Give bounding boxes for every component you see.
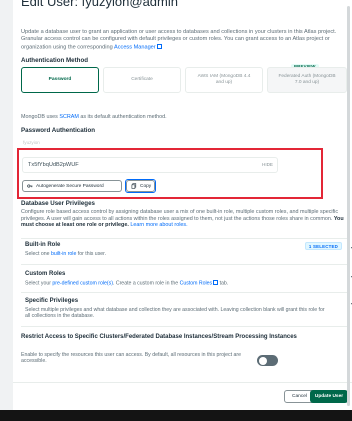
modal-intro: Update a database user to grant an appli…	[21, 29, 347, 52]
custom-desc-middle: . Create a custom role in the	[112, 280, 179, 287]
privileges-desc-text: Configure role based access control by a…	[21, 209, 339, 222]
password-auth-label: Password Authentication	[21, 127, 96, 134]
screen: Edit User: fyuzyion@admin Update a datab…	[0, 0, 352, 421]
autogenerate-label: Autogenerate Secure Password	[36, 183, 104, 189]
auth-option-label: Certificate	[131, 77, 153, 82]
privileges-description: Configure role based access control by a…	[21, 209, 347, 229]
scram-suffix: as its default authentication method.	[80, 114, 167, 120]
background-page-edge	[0, 0, 13, 410]
footer-divider	[13, 382, 352, 383]
privileges-label: Database User Privileges	[21, 200, 95, 207]
divider	[21, 238, 347, 239]
selected-count-badge: 1 SELECTED	[304, 242, 342, 250]
copy-password-button[interactable]: Copy	[126, 180, 155, 192]
auth-option-label: Federated Auth (MongoDB 7.0 and up)	[278, 74, 336, 85]
auth-method-label: Authentication Method	[21, 57, 89, 64]
specific-privileges-desc: Select multiple privileges and what data…	[25, 307, 325, 320]
accordion-builtin-role[interactable]: Built-in Role 1 SELECTED ⌄ Select one bu…	[21, 242, 352, 264]
auth-option-label: AWS IAM (MongoDB 4.4 and up)	[197, 74, 251, 85]
autogenerate-password-button[interactable]: Autogenerate Secure Password	[22, 180, 122, 192]
specific-privileges-title: Specific Privileges	[25, 298, 79, 304]
scram-note: MongoDB uses SCRAM as its default authen…	[21, 114, 167, 120]
edit-user-modal: Edit User: fyuzyion@admin Update a datab…	[13, 0, 352, 410]
custom-desc-prefix: Select your	[25, 280, 51, 287]
scram-link[interactable]: SCRAM	[59, 114, 78, 120]
copy-icon	[131, 183, 137, 189]
username-hint: fyuzyion	[23, 140, 40, 145]
builtin-desc-prefix: Select one	[25, 251, 50, 257]
builtin-desc-suffix: for this user.	[77, 251, 107, 257]
external-link-icon	[156, 43, 162, 49]
restrict-access-title: Restrict Access to Specific Clusters/Fed…	[21, 334, 297, 340]
auth-method-options: Password Certificate AWS IAM (MongoDB 4.…	[21, 67, 347, 93]
learn-roles-link[interactable]: Learn more about roles.	[130, 222, 187, 228]
modal-title: Edit User: fyuzyion@admin	[21, 0, 178, 9]
builtin-role-title: Built-in Role	[25, 242, 61, 248]
divider	[21, 264, 347, 265]
access-manager-link[interactable]: Access Manager	[114, 44, 156, 50]
taskbar-strip	[0, 410, 352, 421]
custom-roles-tab-link[interactable]: Custom Roles	[180, 281, 213, 287]
auth-option-label: Password	[48, 77, 72, 82]
restrict-access-desc: Enable to specify the resources this use…	[21, 352, 242, 365]
scrollbar[interactable]	[347, 6, 350, 406]
scram-prefix: MongoDB uses	[21, 114, 58, 120]
divider	[21, 326, 347, 327]
password-input[interactable]: Tx5fYbqUdB2pWUF HIDE	[22, 157, 278, 173]
auth-option-aws-iam[interactable]: AWS IAM (MongoDB 4.4 and up)	[185, 67, 263, 93]
auth-option-password[interactable]: Password	[21, 67, 99, 93]
external-link-icon	[213, 280, 219, 285]
hide-password-toggle[interactable]: HIDE	[262, 162, 273, 167]
builtin-role-desc: Select one built-in role for this user.	[25, 251, 325, 257]
accordion-custom-roles[interactable]: Custom Roles ⌄ Select your pre-defined c…	[21, 271, 352, 293]
builtin-role-link[interactable]: built-in role	[51, 251, 76, 257]
key-icon	[27, 184, 33, 188]
toggle-knob	[258, 356, 267, 365]
custom-desc-suffix: tab.	[219, 280, 229, 287]
auth-option-federated[interactable]: Federated Auth (MongoDB 7.0 and up)	[267, 67, 347, 93]
custom-role-link[interactable]: pre-defined custom role(s)	[52, 281, 113, 287]
divider	[21, 292, 347, 293]
restrict-access-toggle[interactable]	[257, 355, 278, 366]
password-value: Tx5fYbqUdB2pWUF	[28, 162, 79, 168]
custom-roles-desc: Select your pre-defined custom role(s). …	[25, 280, 325, 287]
update-user-button[interactable]: Update User	[310, 390, 348, 403]
intro-text: Update a database user to grant an appli…	[21, 29, 337, 51]
auth-option-certificate[interactable]: Certificate	[103, 67, 181, 93]
copy-label: Copy	[140, 183, 152, 189]
custom-roles-title: Custom Roles	[25, 271, 66, 277]
accordion-specific-privileges[interactable]: Specific Privileges ⌄ Select multiple pr…	[21, 298, 352, 326]
